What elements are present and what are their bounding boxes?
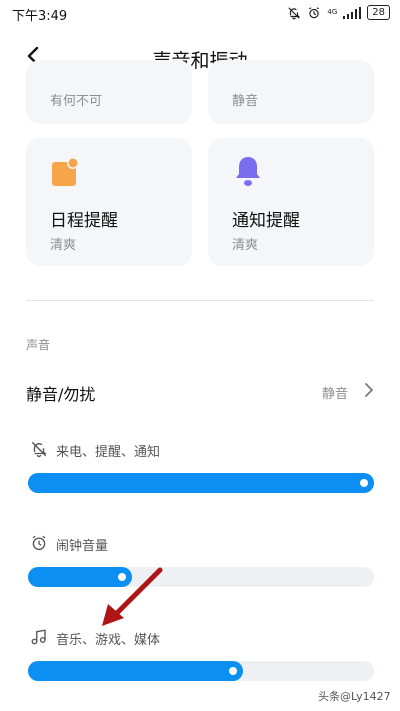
- notification-reminder-title: 通知提醒: [232, 211, 300, 231]
- sms-tone-card[interactable]: 静音: [208, 60, 374, 124]
- alarm-volume-label: 闹钟音量: [56, 539, 109, 554]
- section-label-sound: 声音: [26, 338, 51, 352]
- status-icons: 4G 28: [287, 5, 390, 20]
- music-note-icon: [31, 629, 46, 645]
- signal-icon: [343, 6, 362, 19]
- ring-volume-slider[interactable]: [28, 473, 374, 493]
- chevron-right-icon: [365, 383, 373, 397]
- alarm-clock-icon: [32, 535, 46, 551]
- sms-tone-card-sub: 静音: [232, 94, 259, 109]
- bell-off-icon: [288, 6, 301, 19]
- network-type: 4G: [327, 8, 338, 16]
- status-time: 下午3:49: [12, 9, 68, 24]
- media-volume-label: 音乐、游戏、媒体: [56, 633, 161, 648]
- ring-volume-label: 来电、提醒、通知: [56, 445, 161, 460]
- silent-dnd-value: 静音: [322, 387, 349, 402]
- media-volume-slider[interactable]: [28, 661, 374, 681]
- watermark: 头条@Ly1427: [318, 690, 391, 703]
- battery-level: 28: [367, 5, 390, 20]
- silent-dnd-label: 静音/勿扰: [26, 385, 96, 404]
- calendar-reminder-sub: 清爽: [50, 238, 77, 253]
- bell-off-icon: [31, 441, 47, 458]
- media-volume-fill: [28, 661, 243, 681]
- divider: [26, 300, 374, 301]
- ringtone-card-sub: 有何不可: [50, 94, 103, 109]
- annotation-arrow: [102, 567, 163, 626]
- alarm-icon: [309, 6, 320, 18]
- ringtone-card[interactable]: 有何不可: [26, 60, 192, 124]
- alarm-volume-slider[interactable]: [28, 567, 374, 587]
- notification-reminder-sub: 清爽: [232, 238, 259, 253]
- ring-volume-fill: [28, 473, 374, 493]
- notification-reminder-card[interactable]: 通知提醒 清爽: [208, 138, 374, 266]
- media-volume-thumb[interactable]: [229, 667, 237, 675]
- calendar-reminder-title: 日程提醒: [50, 211, 118, 231]
- ring-volume-thumb[interactable]: [360, 479, 368, 487]
- calendar-reminder-card[interactable]: 日程提醒 清爽: [26, 138, 192, 266]
- calendar-icon: [52, 157, 79, 186]
- bell-icon: [236, 157, 260, 186]
